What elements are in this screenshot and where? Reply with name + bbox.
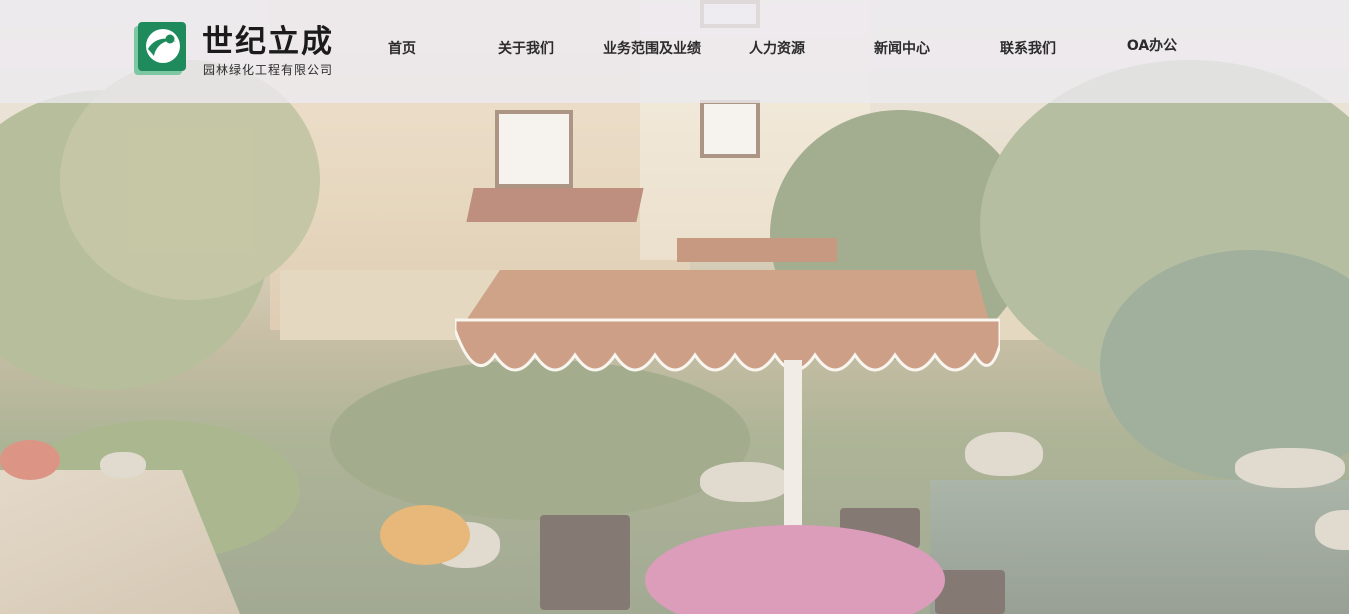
nav-item-about[interactable]: 关于我们	[498, 38, 554, 58]
nav-item-contact[interactable]: 联系我们	[1000, 38, 1056, 58]
nav-item-news[interactable]: 新闻中心	[874, 38, 930, 58]
nav-item-home[interactable]: 首页	[388, 38, 416, 58]
nav-item-hr[interactable]: 人力资源	[749, 38, 805, 58]
main-nav: 首页 关于我们 业务范围及业绩 人力资源 新闻中心 联系我们 OA办公	[0, 38, 1349, 66]
site-header: 世纪立成 园林绿化工程有限公司 首页 关于我们 业务范围及业绩 人力资源 新闻中…	[0, 0, 1349, 103]
nav-item-business[interactable]: 业务范围及业绩	[603, 38, 701, 58]
nav-item-oa[interactable]: OA办公	[1127, 35, 1177, 55]
